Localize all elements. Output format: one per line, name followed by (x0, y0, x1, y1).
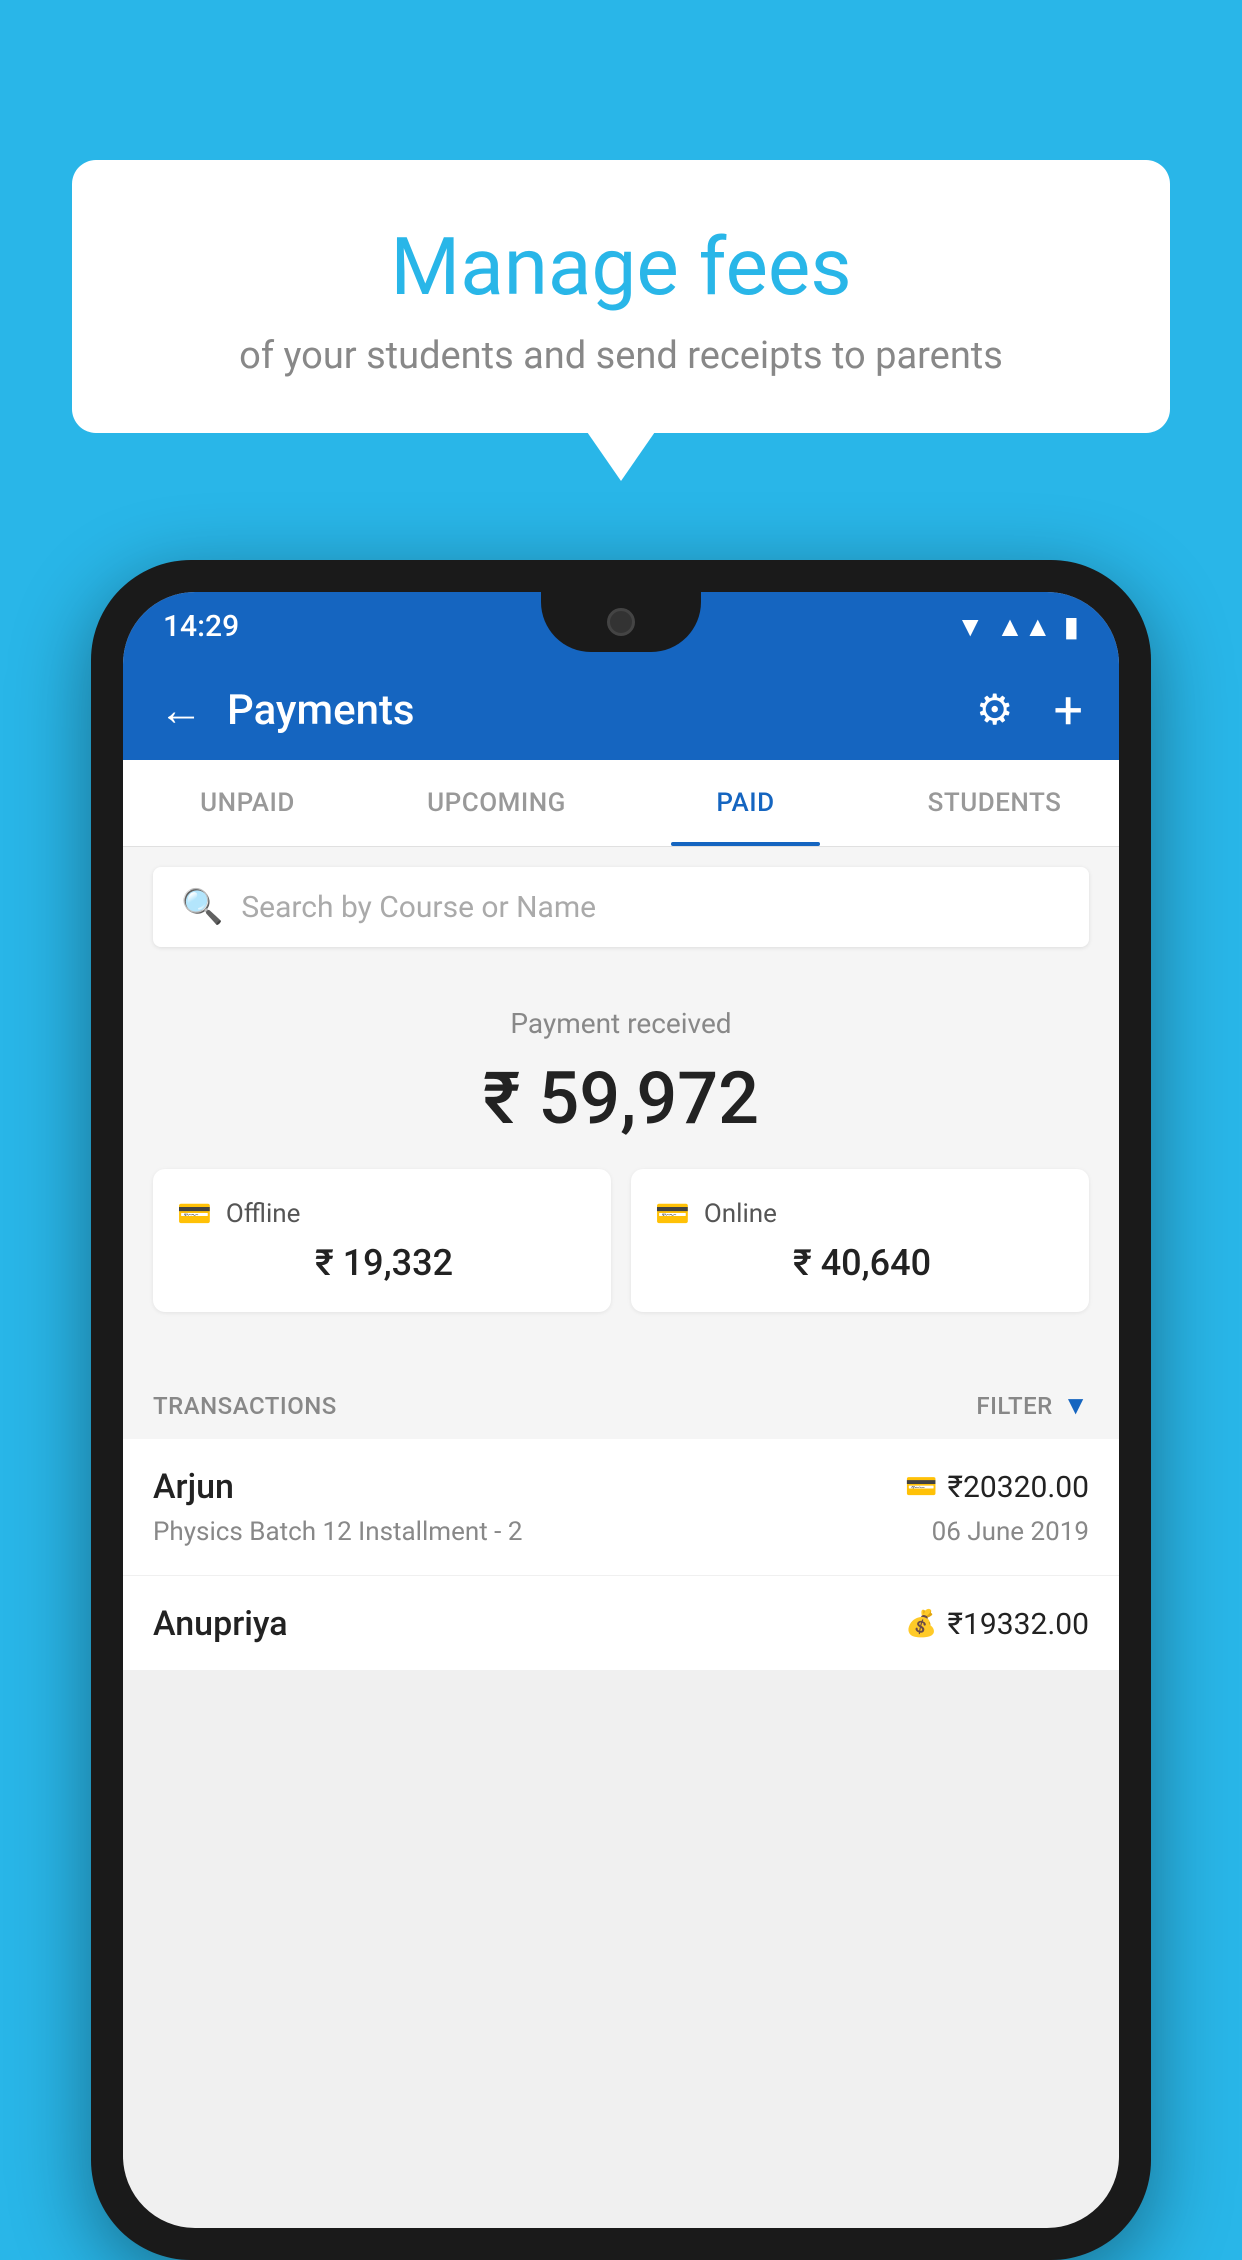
payment-received-label: Payment received (153, 1007, 1089, 1040)
phone-screen: 14:29 ▼ ▲▲ ▮ ← Payments ⚙ + (123, 592, 1119, 2228)
signal-icon: ▲▲ (996, 610, 1051, 643)
offline-payment-card: 💳 Offline ₹ 19,332 (153, 1169, 611, 1312)
speech-bubble-title: Manage fees (122, 220, 1120, 314)
transaction-top-arjun: Arjun 💳 ₹20320.00 (153, 1467, 1089, 1507)
payment-type-icon-arjun: 💳 (905, 1472, 937, 1502)
transaction-row-arjun[interactable]: Arjun 💳 ₹20320.00 Physics Batch 12 Insta… (123, 1439, 1119, 1576)
wifi-icon: ▼ (956, 610, 984, 643)
app-title: Payments (227, 686, 952, 735)
offline-icon: 💳 (177, 1197, 212, 1230)
transaction-top-anupriya: Anupriya 💰 ₹19332.00 (153, 1604, 1089, 1644)
tab-students[interactable]: STUDENTS (870, 760, 1119, 846)
date-arjun: 06 June 2019 (932, 1517, 1089, 1547)
offline-label: Offline (226, 1199, 301, 1229)
back-button[interactable]: ← (159, 684, 203, 736)
search-container: 🔍 Search by Course or Name (123, 847, 1119, 967)
search-placeholder-text: Search by Course or Name (241, 890, 596, 925)
payment-received-section: Payment received ₹ 59,972 💳 Offline ₹ 19… (123, 967, 1119, 1372)
amount-value-arjun: ₹20320.00 (948, 1470, 1089, 1505)
tab-upcoming[interactable]: UPCOMING (372, 760, 621, 846)
phone-outer: 14:29 ▼ ▲▲ ▮ ← Payments ⚙ + (91, 560, 1151, 2260)
phone-mockup: 14:29 ▼ ▲▲ ▮ ← Payments ⚙ + (91, 560, 1151, 2260)
search-icon: 🔍 (181, 887, 223, 927)
speech-bubble-subtitle: of your students and send receipts to pa… (122, 334, 1120, 378)
app-bar: ← Payments ⚙ + (123, 660, 1119, 760)
transaction-row-anupriya[interactable]: Anupriya 💰 ₹19332.00 (123, 1576, 1119, 1670)
filter-label: FILTER (976, 1392, 1052, 1420)
notch (541, 592, 701, 652)
add-icon[interactable]: + (1053, 680, 1083, 741)
filter-button[interactable]: FILTER ▼ (976, 1390, 1089, 1421)
transactions-label: TRANSACTIONS (153, 1392, 337, 1420)
amount-value-anupriya: ₹19332.00 (948, 1607, 1089, 1642)
camera (607, 608, 635, 636)
course-arjun: Physics Batch 12 Installment - 2 (153, 1517, 522, 1547)
payment-cards: 💳 Offline ₹ 19,332 💳 Online ₹ 40,640 (153, 1169, 1089, 1342)
offline-amount: ₹ 19,332 (177, 1242, 587, 1284)
online-amount: ₹ 40,640 (655, 1242, 1065, 1284)
student-name-anupriya: Anupriya (153, 1604, 288, 1644)
online-card-header: 💳 Online (655, 1197, 1065, 1230)
transactions-header: TRANSACTIONS FILTER ▼ (123, 1372, 1119, 1439)
offline-card-header: 💳 Offline (177, 1197, 587, 1230)
page-background: Manage fees of your students and send re… (0, 0, 1242, 2208)
transaction-amount-anupriya: 💰 ₹19332.00 (905, 1607, 1089, 1642)
online-payment-card: 💳 Online ₹ 40,640 (631, 1169, 1089, 1312)
battery-icon: ▮ (1064, 610, 1079, 643)
tab-paid[interactable]: PAID (621, 760, 870, 846)
status-icons: ▼ ▲▲ ▮ (956, 610, 1079, 643)
student-name-arjun: Arjun (153, 1467, 234, 1507)
online-icon: 💳 (655, 1197, 690, 1230)
status-time: 14:29 (163, 609, 239, 644)
tab-unpaid[interactable]: UNPAID (123, 760, 372, 846)
transaction-amount-arjun: 💳 ₹20320.00 (905, 1470, 1089, 1505)
transaction-bottom-arjun: Physics Batch 12 Installment - 2 06 June… (153, 1517, 1089, 1547)
speech-bubble: Manage fees of your students and send re… (72, 160, 1170, 433)
gear-icon[interactable]: ⚙ (976, 685, 1014, 735)
online-label: Online (704, 1199, 777, 1229)
tab-bar: UNPAID UPCOMING PAID STUDENTS (123, 760, 1119, 847)
filter-icon: ▼ (1063, 1390, 1089, 1421)
payment-total-amount: ₹ 59,972 (153, 1056, 1089, 1141)
search-bar[interactable]: 🔍 Search by Course or Name (153, 867, 1089, 947)
payment-type-icon-anupriya: 💰 (905, 1609, 937, 1639)
